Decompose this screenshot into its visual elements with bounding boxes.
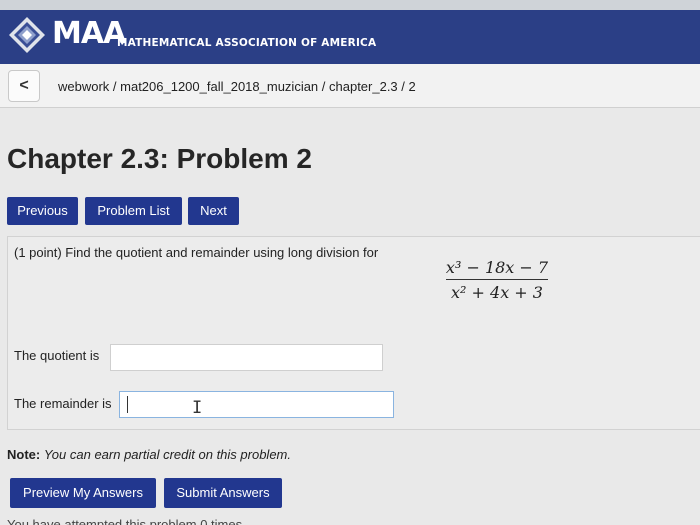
submit-answers-button[interactable]: Submit Answers <box>164 478 282 508</box>
quotient-input[interactable] <box>110 344 383 371</box>
quotient-label: The quotient is <box>14 348 100 363</box>
problem-prompt: (1 point) Find the quotient and remainde… <box>14 245 379 260</box>
remainder-label: The remainder is <box>14 396 112 411</box>
chevron-left-icon: < <box>19 77 29 94</box>
breadcrumb: webwork / mat206_1200_fall_2018_muzician… <box>58 79 416 94</box>
site-header: MAA MATHEMATICAL ASSOCIATION OF AMERICA <box>0 10 700 64</box>
text-caret <box>127 396 128 413</box>
back-button[interactable]: < <box>8 70 40 102</box>
page-title: Chapter 2.3: Problem 2 <box>7 143 312 174</box>
remainder-input[interactable] <box>119 391 394 418</box>
maa-logo-icon <box>9 17 45 53</box>
previous-button[interactable]: Previous <box>7 197 78 225</box>
note-label: Note: <box>7 447 41 462</box>
organization-name: MATHEMATICAL ASSOCIATION OF AMERICA <box>117 37 377 49</box>
preview-answers-button[interactable]: Preview My Answers <box>10 478 156 508</box>
next-button[interactable]: Next <box>188 197 239 225</box>
numerator: x³ − 18x − 7 <box>445 258 549 277</box>
partial-credit-note: Note: You can earn partial credit on thi… <box>7 447 291 462</box>
rational-expression: x³ − 18x − 7 x² + 4x + 3 <box>444 258 550 302</box>
denominator: x² + 4x + 3 <box>451 283 543 302</box>
text-cursor-icon: I <box>192 398 203 418</box>
problem-list-button[interactable]: Problem List <box>85 197 182 225</box>
attempts-info: You have attempted this problem 0 times. <box>7 517 246 525</box>
logo-text: MAA <box>52 16 126 51</box>
note-text: You can earn partial credit on this prob… <box>43 447 291 462</box>
